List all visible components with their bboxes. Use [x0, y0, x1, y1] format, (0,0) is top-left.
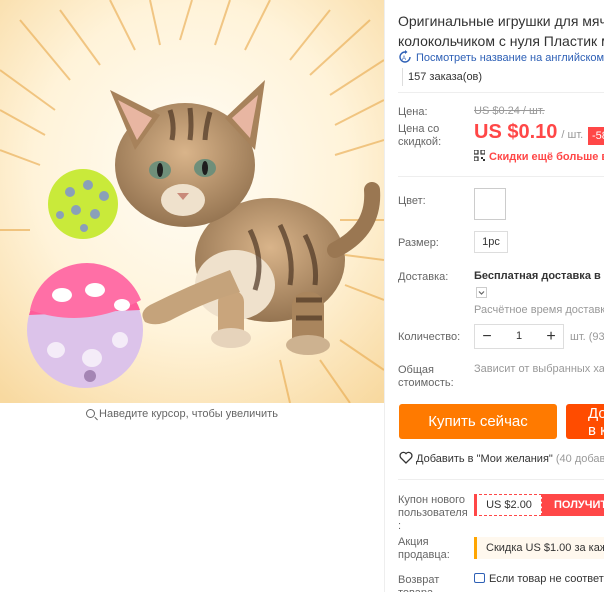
product-image[interactable]: [0, 0, 384, 403]
quantity-label: Количество:: [398, 331, 461, 343]
get-coupon-button[interactable]: ПОЛУЧИТЬ КУПОН: [542, 494, 604, 516]
size-label: Размер:: [398, 237, 439, 249]
add-to-wishlist-link[interactable]: Добавить в "Мои желания" (40 добавили): [399, 451, 604, 465]
translate-icon: A: [399, 50, 411, 63]
seller-promo-label: Акция продавца:: [398, 536, 450, 561]
app-discount-link[interactable]: Скидки ещё больше в приложении: [474, 150, 604, 163]
kitten-with-balls-image: [0, 0, 384, 403]
translate-title-link[interactable]: A Посмотреть название на английском: [398, 50, 604, 66]
wishlist-text[interactable]: Добавить в "Мои желания": [416, 453, 553, 465]
delivery-time: Расчётное время доставки: 20-40 дней: [474, 304, 604, 316]
price-unit: / шт.: [561, 129, 584, 141]
seller-promo: Скидка US $1.00 за каждые US $10.00: [474, 537, 604, 559]
buy-now-button[interactable]: Купить сейчас: [399, 404, 557, 439]
chevron-down-icon: [478, 291, 485, 295]
divider: [384, 0, 385, 592]
zoom-hint: Наведите курсор, чтобы увеличить: [0, 405, 364, 423]
total-value: Зависит от выбранных характеристик: [474, 363, 604, 375]
product-title: Оригинальные игрушки для мячей для кошек…: [398, 13, 604, 49]
size-option[interactable]: 1pc: [474, 231, 508, 253]
heart-icon: [399, 451, 413, 464]
separator: [398, 176, 604, 177]
returns-label: Возврат товара: [398, 574, 440, 592]
product-detail-panel: Оригинальные игрушки для мячей для кошек…: [398, 0, 604, 592]
add-to-cart-button[interactable]: Добавить в корзину: [566, 404, 604, 439]
quantity-available: шт. (9373 шт. доступно): [570, 331, 604, 343]
separator: [398, 479, 604, 480]
magnifier-icon: [86, 409, 96, 418]
shipping-method: Бесплатная доставка в Russian Federation: [474, 270, 604, 282]
app-discount-text[interactable]: Скидки ещё больше в приложении: [489, 151, 604, 163]
new-user-coupon: US $2.00 ПОЛУЧИТЬ КУПОН: [474, 494, 604, 516]
orders-count: 157 заказа(ов): [402, 68, 482, 86]
discount-price-label: Цена со скидкой:: [398, 123, 442, 148]
quantity-increase-button[interactable]: +: [539, 325, 563, 348]
translate-link-text[interactable]: Посмотреть название на английском: [416, 52, 604, 64]
discount-price: US $0.10/ шт.: [474, 121, 583, 144]
total-label: Общая стоимость:: [398, 364, 454, 389]
discount-price-amount: US $0.10: [474, 121, 558, 143]
return-info-icon: [474, 573, 485, 583]
new-user-coupon-label: Купон нового пользователя :: [398, 494, 468, 532]
qr-code-icon: [474, 150, 485, 161]
zoom-hint-text: Наведите курсор, чтобы увеличить: [99, 408, 278, 420]
quantity-decrease-button[interactable]: −: [475, 325, 499, 348]
shipping-label: Доставка:: [398, 271, 449, 283]
svg-text:A: A: [402, 56, 406, 62]
returns-text: Если товар не соответствует описанию, вы…: [489, 573, 604, 585]
quantity-input[interactable]: 1: [499, 325, 539, 348]
coupon-value: US $2.00: [474, 494, 542, 516]
color-label: Цвет:: [398, 195, 426, 207]
original-price: US $0.24 / шт.: [474, 105, 545, 117]
color-option[interactable]: [474, 188, 506, 220]
shipping-dropdown-toggle[interactable]: [476, 287, 487, 298]
price-label: Цена:: [398, 106, 428, 118]
wishlist-count: (40 добавили): [555, 453, 604, 465]
separator: [398, 92, 604, 93]
quantity-stepper: − 1 +: [474, 324, 564, 349]
returns-info: Если товар не соответствует описанию, вы…: [474, 572, 604, 587]
discount-badge: -58%: [588, 127, 604, 145]
